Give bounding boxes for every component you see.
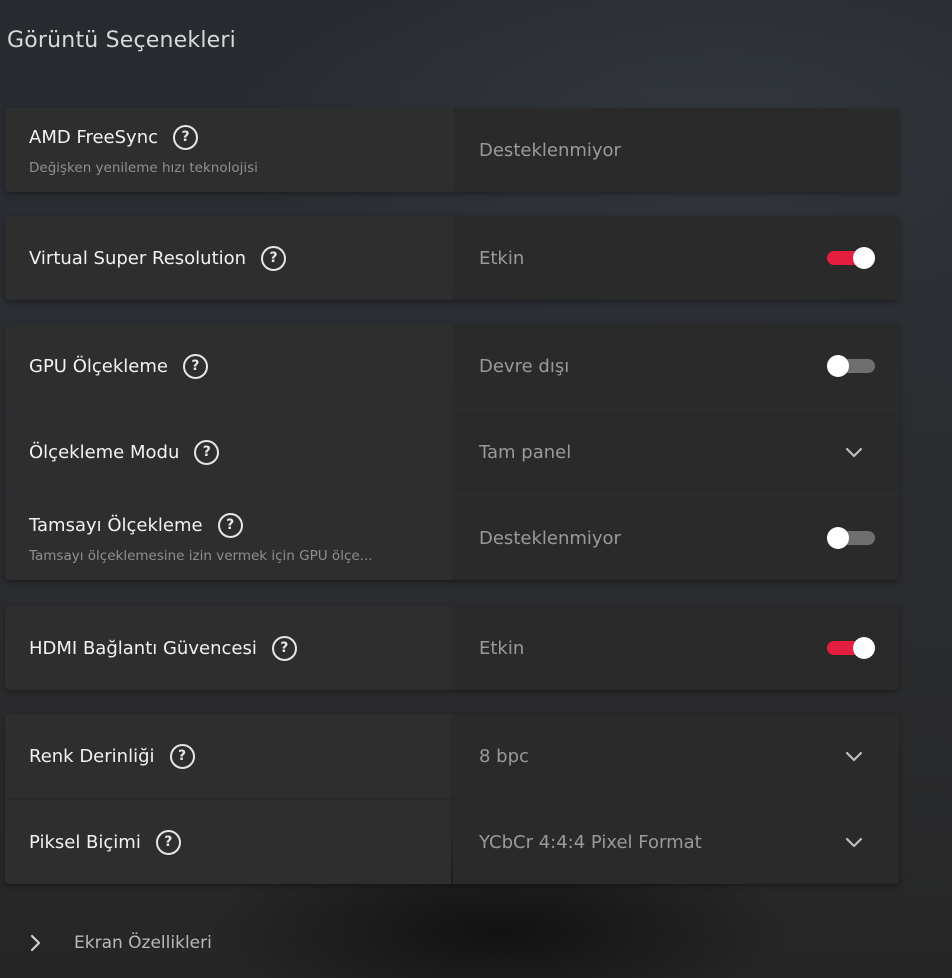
integer-scaling-label: Tamsayı Ölçekleme — [29, 514, 203, 536]
toggle-knob — [827, 527, 849, 549]
hdmi-link-label-cell: HDMI Bağlantı Güvencesi ? — [5, 606, 451, 690]
integer-scaling-status: Desteklenmiyor — [479, 527, 621, 549]
help-icon[interactable]: ? — [261, 245, 287, 271]
hdmi-link-value-cell: Etkin — [453, 606, 899, 690]
vsr-group: Virtual Super Resolution ? Etkin — [5, 216, 899, 300]
chevron-down-icon[interactable] — [843, 441, 865, 463]
scaling-group: GPU Ölçekleme ? Devre dışı Ölçekleme Mod… — [5, 324, 899, 580]
freesync-label: AMD FreeSync — [29, 126, 159, 148]
help-icon[interactable]: ? — [182, 353, 208, 379]
toggle-knob — [853, 637, 875, 659]
gpu-scaling-value-cell: Devre dışı — [453, 324, 899, 408]
pixel-format-label-cell: Piksel Biçimi ? — [5, 800, 451, 884]
freesync-value-cell: Desteklenmiyor — [453, 108, 899, 192]
scaling-mode-row: Ölçekleme Modu ? Tam panel — [5, 410, 899, 494]
toggle-knob — [827, 355, 849, 377]
freesync-value: Desteklenmiyor — [479, 139, 621, 161]
hdmi-group: HDMI Bağlantı Güvencesi ? Etkin — [5, 606, 899, 690]
freesync-label-cell: AMD FreeSync ? Değişken yenileme hızı te… — [5, 108, 451, 192]
integer-scaling-value-cell: Desteklenmiyor — [453, 496, 899, 580]
vsr-label-cell: Virtual Super Resolution ? — [5, 216, 451, 300]
vsr-label: Virtual Super Resolution — [29, 247, 247, 269]
integer-scaling-label-cell: Tamsayı Ölçekleme ? Tamsayı ölçeklemesin… — [5, 496, 451, 580]
hdmi-link-row: HDMI Bağlantı Güvencesi ? Etkin — [5, 606, 899, 690]
integer-scaling-row: Tamsayı Ölçekleme ? Tamsayı ölçeklemesin… — [5, 496, 899, 580]
vsr-row: Virtual Super Resolution ? Etkin — [5, 216, 899, 300]
scaling-mode-dropdown[interactable]: Tam panel — [453, 410, 899, 494]
help-icon[interactable]: ? — [155, 829, 181, 855]
color-group: Renk Derinliği ? 8 bpc Piksel Biçimi ? Y… — [5, 714, 899, 884]
gpu-scaling-toggle[interactable] — [827, 354, 875, 378]
color-depth-label-cell: Renk Derinliği ? — [5, 714, 451, 798]
pixel-format-label: Piksel Biçimi — [29, 831, 141, 853]
help-icon[interactable]: ? — [217, 512, 243, 538]
chevron-down-icon[interactable] — [843, 831, 865, 853]
chevron-right-icon[interactable] — [28, 933, 44, 953]
color-depth-value: 8 bpc — [479, 745, 529, 767]
vsr-toggle[interactable] — [827, 246, 875, 270]
pixel-format-dropdown[interactable]: YCbCr 4:4:4 Pixel Format — [453, 800, 899, 884]
freesync-description: Değişken yenileme hızı teknolojisi — [29, 159, 258, 176]
display-specs-expander[interactable]: Ekran Özellikleri — [28, 933, 212, 953]
integer-scaling-description: Tamsayı ölçeklemesine izin vermek için G… — [29, 547, 373, 564]
vsr-value-cell: Etkin — [453, 216, 899, 300]
chevron-down-icon[interactable] — [843, 745, 865, 767]
integer-scaling-toggle[interactable] — [827, 526, 875, 550]
freesync-group: AMD FreeSync ? Değişken yenileme hızı te… — [5, 108, 899, 192]
scaling-mode-label: Ölçekleme Modu — [29, 441, 180, 463]
help-icon[interactable]: ? — [194, 439, 220, 465]
color-depth-label: Renk Derinliği — [29, 745, 155, 767]
scaling-mode-value: Tam panel — [479, 441, 572, 463]
color-depth-row: Renk Derinliği ? 8 bpc — [5, 714, 899, 798]
display-specs-label: Ekran Özellikleri — [74, 933, 212, 953]
color-depth-dropdown[interactable]: 8 bpc — [453, 714, 899, 798]
freesync-row: AMD FreeSync ? Değişken yenileme hızı te… — [5, 108, 899, 192]
gpu-scaling-label-cell: GPU Ölçekleme ? — [5, 324, 451, 408]
toggle-knob — [853, 247, 875, 269]
page-title: Görüntü Seçenekleri — [7, 28, 236, 53]
help-icon[interactable]: ? — [173, 124, 199, 150]
hdmi-link-toggle[interactable] — [827, 636, 875, 660]
pixel-format-value: YCbCr 4:4:4 Pixel Format — [479, 831, 702, 853]
hdmi-link-label: HDMI Bağlantı Güvencesi — [29, 637, 257, 659]
vsr-status: Etkin — [479, 247, 525, 269]
scaling-mode-label-cell: Ölçekleme Modu ? — [5, 410, 451, 494]
pixel-format-row: Piksel Biçimi ? YCbCr 4:4:4 Pixel Format — [5, 800, 899, 884]
gpu-scaling-row: GPU Ölçekleme ? Devre dışı — [5, 324, 899, 408]
gpu-scaling-status: Devre dışı — [479, 355, 570, 377]
help-icon[interactable]: ? — [169, 743, 195, 769]
hdmi-link-status: Etkin — [479, 637, 525, 659]
gpu-scaling-label: GPU Ölçekleme — [29, 355, 168, 377]
help-icon[interactable]: ? — [271, 635, 297, 661]
